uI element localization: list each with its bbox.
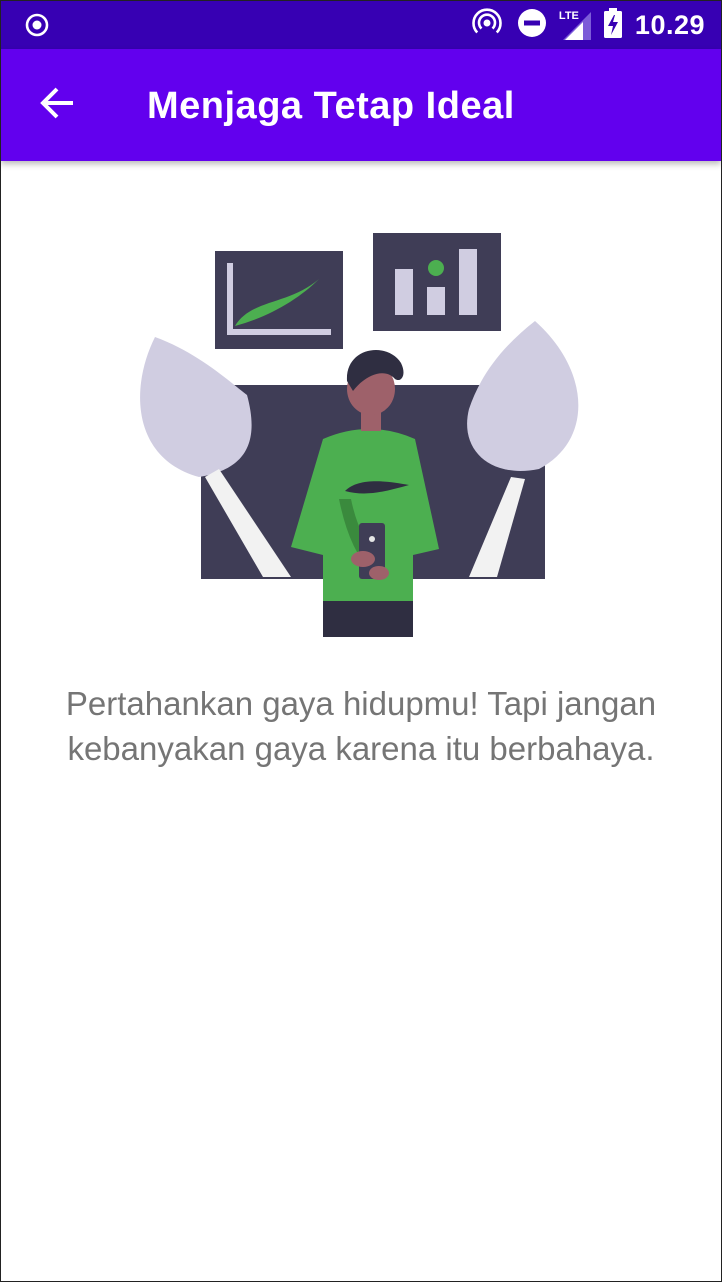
record-icon (25, 13, 49, 37)
message-line-2: kebanyakan gaya karena itu berbahaya. (67, 730, 655, 767)
back-button[interactable] (31, 79, 83, 131)
arrow-back-icon (37, 83, 77, 128)
hotspot-icon (471, 7, 503, 44)
battery-charging-icon (603, 7, 623, 44)
network-type-label: LTE (558, 10, 579, 22)
page-title: Menjaga Tetap Ideal (147, 85, 515, 127)
do-not-disturb-icon (517, 8, 547, 43)
status-icons: LTE 10.29 (471, 1, 721, 49)
status-bar: LTE 10.29 (1, 1, 721, 49)
app-bar: Menjaga Tetap Ideal (1, 49, 721, 161)
fitness-illustration (139, 229, 589, 639)
status-clock: 10.29 (634, 9, 705, 40)
signal-lte-icon: LTE (559, 8, 593, 42)
message-line-1: Pertahankan gaya hidupmu! Tapi jangan (65, 685, 657, 722)
screen: LTE 10.29 Menjaga Tetap Ideal Pertahanka… (0, 0, 722, 1282)
motivation-message: Pertahankan gaya hidupmu! Tapi jangan ke… (1, 681, 721, 771)
